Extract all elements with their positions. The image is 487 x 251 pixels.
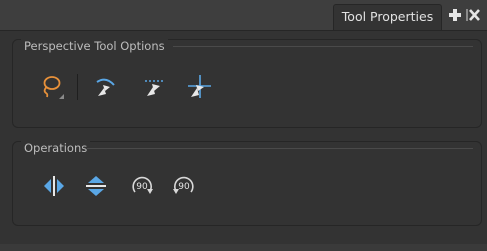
divider [87, 148, 473, 149]
svg-text:90: 90 [136, 182, 148, 192]
add-panel-icon[interactable] [448, 7, 462, 21]
operations-group: Operations 90 90 [12, 141, 482, 226]
svg-text:90: 90 [178, 182, 190, 192]
rotate-90-cw-icon[interactable]: 90 [128, 172, 156, 200]
flip-vertical-icon[interactable] [82, 172, 110, 200]
separator [77, 74, 78, 100]
tool-properties-panel: Perspective Tool Options Operations 90 9… [0, 30, 487, 251]
flip-horizontal-icon[interactable] [40, 172, 68, 200]
rotate-90-ccw-icon[interactable]: 90 [170, 172, 198, 200]
perspective-tool-options-group: Perspective Tool Options [12, 39, 482, 128]
tab-bar: Tool Properties [0, 0, 487, 30]
perspective-tool-1-icon[interactable] [91, 72, 119, 100]
perspective-tool-3-icon[interactable] [185, 72, 213, 100]
perspective-tool-options-title: Perspective Tool Options [21, 39, 168, 53]
divider [173, 46, 473, 47]
tab-tool-properties[interactable]: Tool Properties [333, 4, 442, 30]
close-panel-icon[interactable] [466, 7, 480, 21]
perspective-tool-2-icon[interactable] [140, 72, 168, 100]
operations-title: Operations [21, 141, 91, 155]
lasso-icon[interactable] [37, 72, 65, 100]
